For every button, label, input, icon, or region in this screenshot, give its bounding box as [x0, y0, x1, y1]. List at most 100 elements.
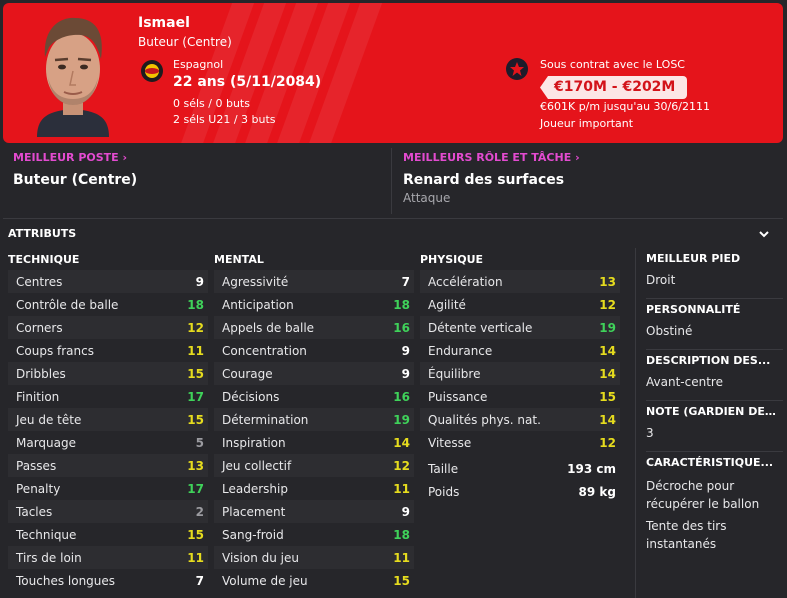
preferred-foot: MEILLEUR PIED Droit — [636, 248, 783, 289]
attribute-label: Sang-froid — [222, 527, 284, 542]
trait-item: Tente des tirs instantanés — [646, 519, 727, 551]
contract-wage: €601K p/m jusqu'au 30/6/2111 — [540, 100, 710, 113]
mental-attribute-row[interactable]: Agressivité 7 — [214, 270, 414, 293]
physique-attribute-row[interactable]: Équilibre 14 — [420, 362, 620, 385]
attribute-label: Centres — [16, 274, 63, 289]
attribute-label: Agilité — [428, 297, 466, 312]
physique-attribute-row[interactable]: Qualités phys. nat. 14 — [420, 408, 620, 431]
mental-attribute-row[interactable]: Vision du jeu 11 — [214, 546, 414, 569]
attribute-value: 11 — [393, 550, 410, 565]
technique-attribute-row[interactable]: Dribbles 15 — [8, 362, 208, 385]
mental-attribute-row[interactable]: Anticipation 18 — [214, 293, 414, 316]
attribute-value: 13 — [599, 274, 616, 289]
personality-title: PERSONNALITÉ — [646, 303, 741, 316]
attribute-label: Jeu collectif — [222, 458, 292, 473]
technique-attribute-row[interactable]: Contrôle de balle 18 — [8, 293, 208, 316]
attribute-label: Tacles — [16, 504, 53, 519]
physique-attribute-row[interactable]: Endurance 14 — [420, 339, 620, 362]
physique-attribute-row[interactable]: Accélération 13 — [420, 270, 620, 293]
preferred-foot-value: Droit — [646, 273, 676, 287]
technique-attribute-row[interactable]: Passes 13 — [8, 454, 208, 477]
attribute-label: Agressivité — [222, 274, 289, 289]
technique-attribute-row[interactable]: Tirs de loin 11 — [8, 546, 208, 569]
attribute-value: 16 — [393, 320, 410, 335]
attribute-label: Vision du jeu — [222, 550, 299, 565]
technique-attribute-row[interactable]: Technique 15 — [8, 523, 208, 546]
attribute-label: Accélération — [428, 274, 503, 289]
chevron-down-icon[interactable] — [757, 227, 771, 241]
attribute-label: Inspiration — [222, 435, 286, 450]
attribute-value: 5 — [195, 435, 204, 450]
technique-attribute-row[interactable]: Coups francs 11 — [8, 339, 208, 362]
section-divider — [3, 218, 783, 219]
description-title: DESCRIPTION DES... — [646, 354, 771, 367]
attribute-value: 17 — [187, 481, 204, 496]
nationality[interactable]: Espagnol — [173, 58, 223, 71]
technique-attribute-row[interactable]: Touches longues 7 — [8, 569, 208, 592]
attribute-value: 11 — [187, 550, 204, 565]
physique-attribute-row[interactable]: Puissance 15 — [420, 385, 620, 408]
technique-attribute-row[interactable]: Jeu de tête 15 — [8, 408, 208, 431]
mental-attribute-row[interactable]: Courage 9 — [214, 362, 414, 385]
attribute-label: Appels de balle — [222, 320, 315, 335]
attribute-label: Concentration — [222, 343, 307, 358]
technique-attribute-row[interactable]: Marquage 5 — [8, 431, 208, 454]
attribute-label: Coups francs — [16, 343, 94, 358]
mental-attribute-row[interactable]: Sang-froid 18 — [214, 523, 414, 546]
attribute-value: 19 — [599, 320, 616, 335]
attribute-value: 12 — [599, 435, 616, 450]
mental-attribute-row[interactable]: Volume de jeu 15 — [214, 569, 414, 592]
attribute-label: Penalty — [16, 481, 61, 496]
technique-attribute-row[interactable]: Corners 12 — [8, 316, 208, 339]
attribute-label: Vitesse — [428, 435, 472, 450]
attributes-title: ATTRIBUTS — [8, 227, 77, 240]
player-age: 22 ans (5/11/2084) — [173, 74, 322, 90]
physique-attribute-row[interactable]: Détente verticale 19 — [420, 316, 620, 339]
best-role-link[interactable]: MEILLEURS RÔLE ET TÂCHE › — [403, 151, 783, 164]
attribute-value: 12 — [187, 320, 204, 335]
weight-label: Poids — [428, 484, 460, 499]
u21-caps: 2 séls U21 / 3 buts — [173, 113, 276, 126]
mental-attribute-row[interactable]: Jeu collectif 12 — [214, 454, 414, 477]
attribute-value: 14 — [599, 366, 616, 381]
attribute-value: 9 — [401, 504, 410, 519]
best-position-link[interactable]: MEILLEUR POSTE › — [13, 151, 391, 164]
mental-attribute-row[interactable]: Appels de balle 16 — [214, 316, 414, 339]
player-traits[interactable]: CARACTÉRISTIQUE... Décroche pour récupér… — [636, 452, 783, 553]
squad-status: Joueur important — [540, 117, 634, 130]
attribute-value: 2 — [195, 504, 204, 519]
attribute-value: 13 — [187, 458, 204, 473]
trait-item: Décroche pour récupérer le ballon — [646, 479, 760, 511]
goalkeeper-rating[interactable]: NOTE (GARDIEN DE... 3 — [636, 401, 783, 442]
attribute-label: Détente verticale — [428, 320, 533, 335]
transfer-value-badge: €170M - €202M — [540, 76, 688, 99]
attribute-value: 15 — [599, 389, 616, 404]
preferred-foot-title: MEILLEUR PIED — [646, 252, 741, 265]
technique-attribute-row[interactable]: Penalty 17 — [8, 477, 208, 500]
technique-attribute-row[interactable]: Tacles 2 — [8, 500, 208, 523]
contract-club[interactable]: Sous contrat avec le LOSC — [540, 58, 685, 71]
technique-attribute-row[interactable]: Centres 9 — [8, 270, 208, 293]
technique-attribute-row[interactable]: Finition 17 — [8, 385, 208, 408]
mental-attribute-row[interactable]: Leadership 11 — [214, 477, 414, 500]
attribute-label: Marquage — [16, 435, 77, 450]
spain-flag-icon — [141, 60, 163, 82]
mental-attribute-row[interactable]: Inspiration 14 — [214, 431, 414, 454]
height-row: Taille 193 cm — [420, 457, 620, 480]
mental-attribute-row[interactable]: Placement 9 — [214, 500, 414, 523]
physique-attribute-row[interactable]: Vitesse 12 — [420, 431, 620, 454]
attribute-label: Placement — [222, 504, 286, 519]
losc-club-logo-icon[interactable] — [506, 58, 528, 80]
attribute-value: 12 — [599, 297, 616, 312]
attribute-label: Contrôle de balle — [16, 297, 119, 312]
technique-list: Centres 9 Contrôle de balle 18 Corners 12 Coup… — [8, 270, 208, 592]
mental-attribute-row[interactable]: Concentration 9 — [214, 339, 414, 362]
best-position-value: Buteur (Centre) — [13, 172, 138, 188]
physique-attribute-row[interactable]: Agilité 12 — [420, 293, 620, 316]
attribute-label: Leadership — [222, 481, 288, 496]
attribute-label: Endurance — [428, 343, 493, 358]
description[interactable]: DESCRIPTION DES... Avant-centre — [636, 350, 783, 391]
mental-attribute-row[interactable]: Détermination 19 — [214, 408, 414, 431]
physique-list: Accélération 13 Agilité 12 Détente verticale… — [420, 270, 620, 454]
mental-attribute-row[interactable]: Décisions 16 — [214, 385, 414, 408]
